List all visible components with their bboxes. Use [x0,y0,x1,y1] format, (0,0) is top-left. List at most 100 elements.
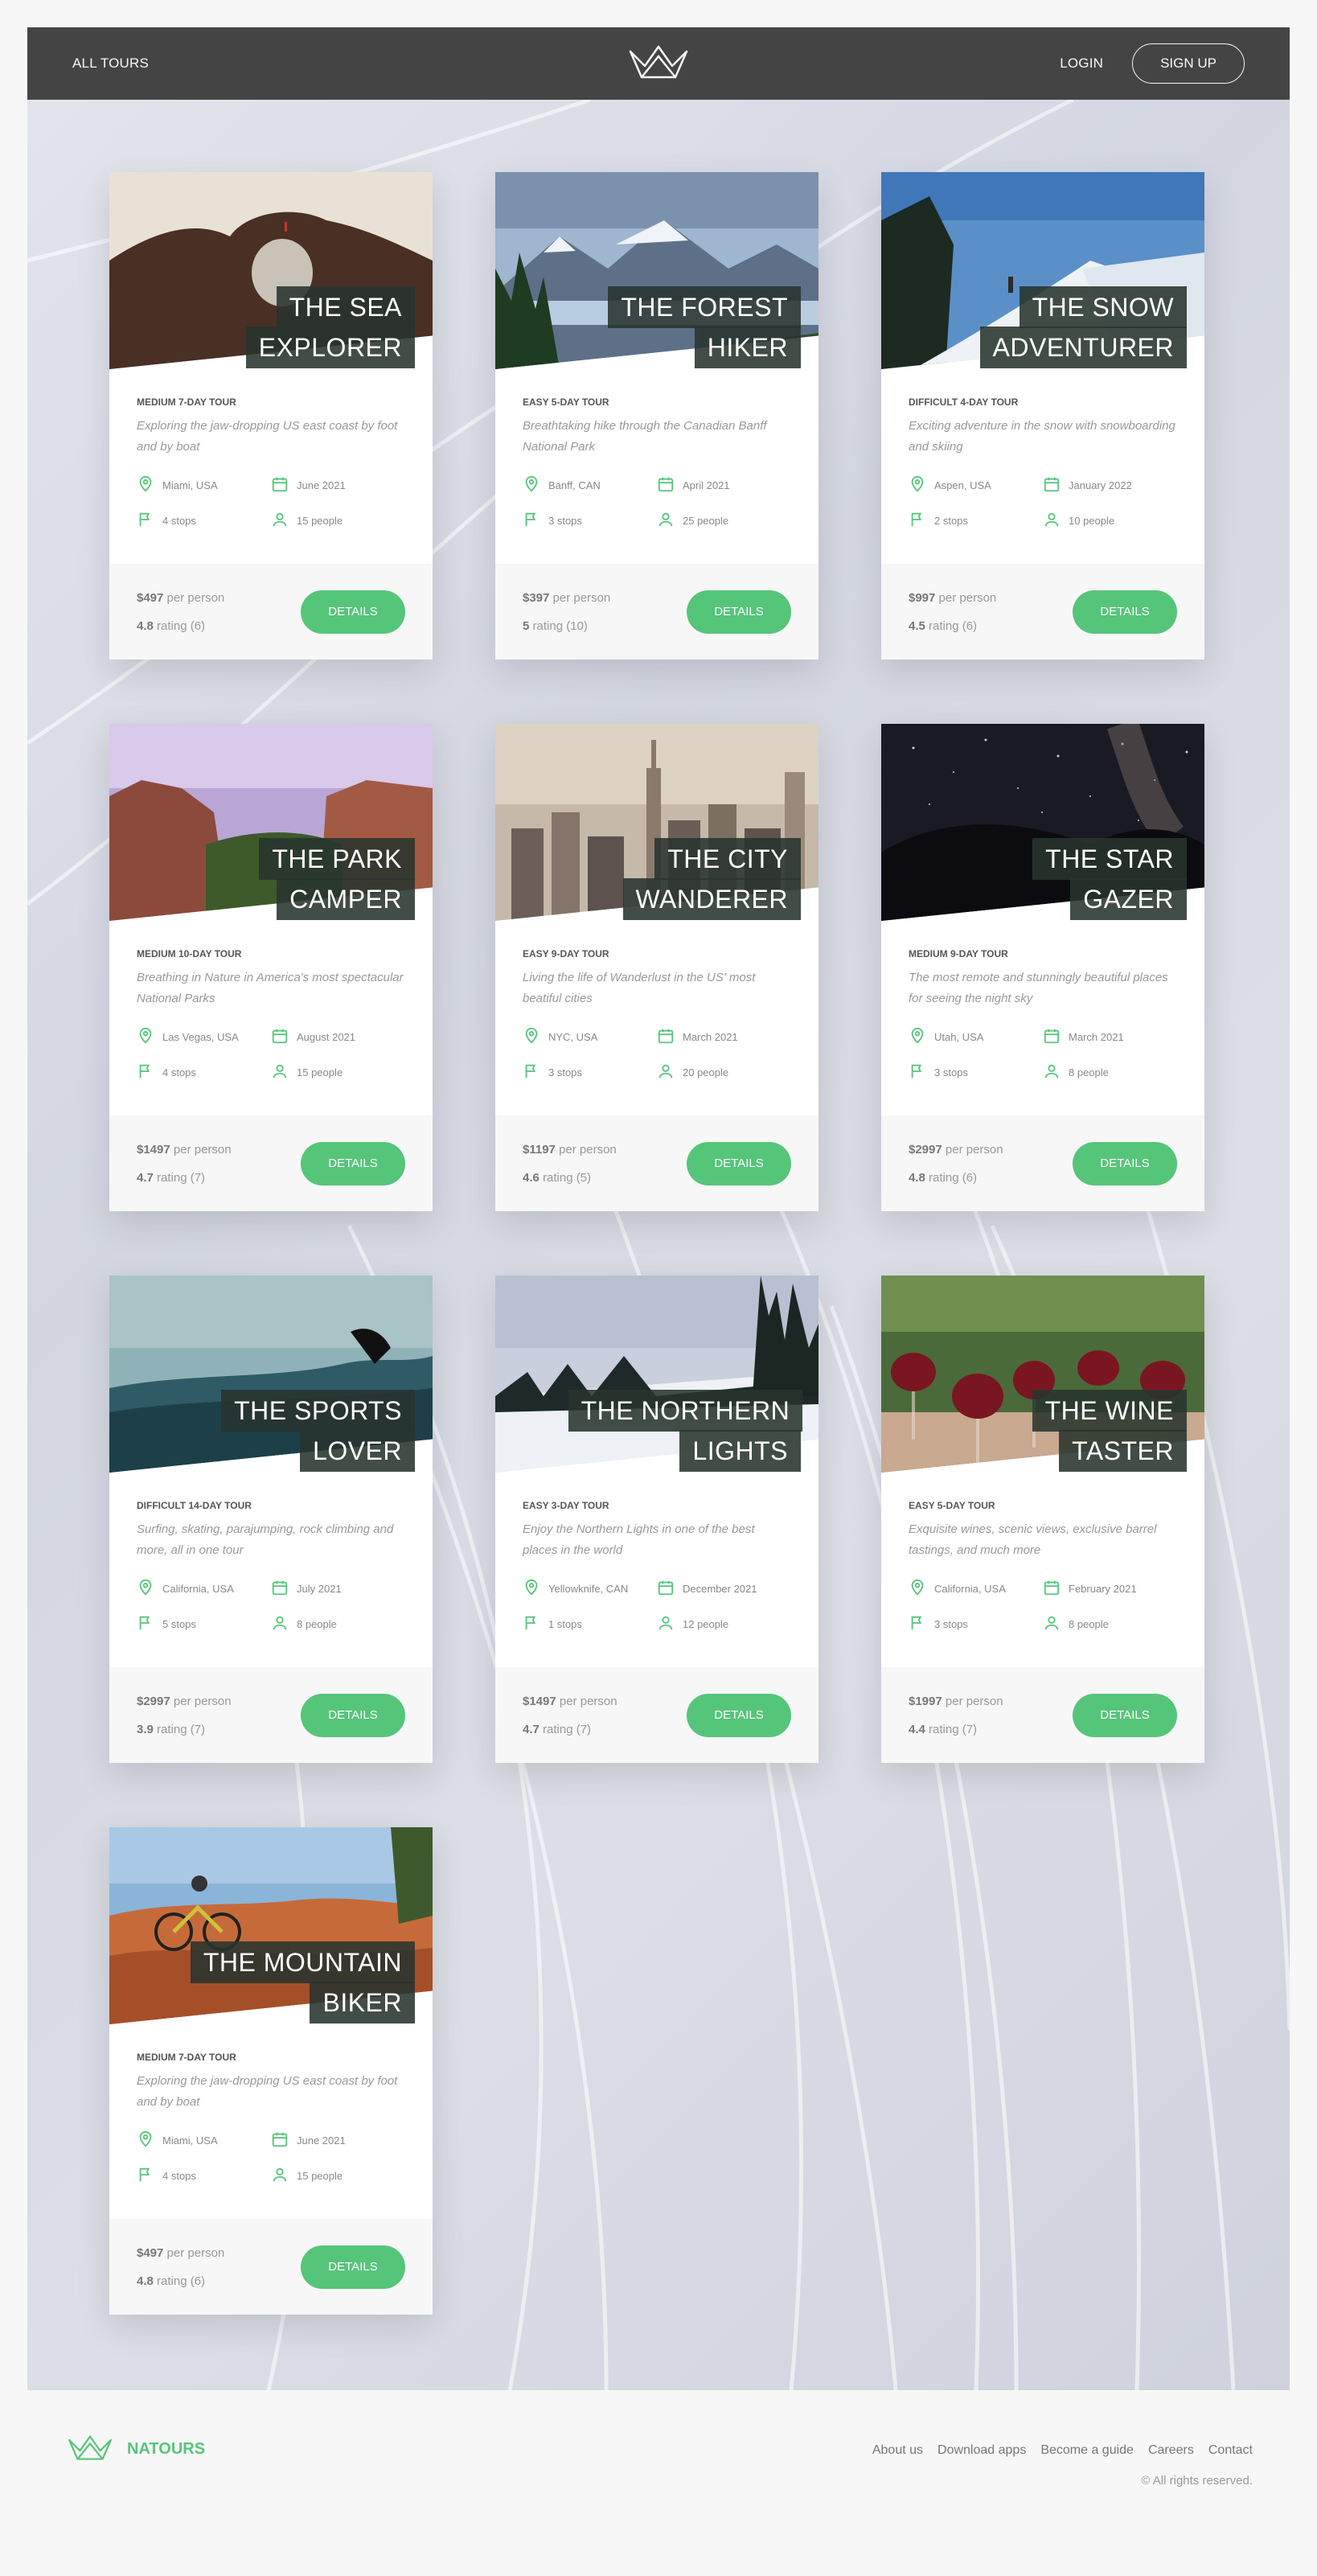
details-button[interactable]: DETAILS [301,1141,405,1185]
flag-icon [523,1614,540,1634]
tour-facts: Aspen, USA January 2022 2 stops 10 peopl… [909,474,1177,532]
tour-title: THE PARK CAMPER [183,838,415,920]
fact-date: August 2021 [271,1025,405,1048]
tour-summary: The most remote and stunningly beautiful… [909,971,1168,1005]
tour-rating: 4.4 rating (7) [909,1722,978,1736]
tour-rating: 4.8 rating (6) [137,618,206,633]
footer-link-contact[interactable]: Contact [1208,2443,1253,2458]
fact-date: January 2022 [1043,474,1177,496]
tour-card: THE PARK CAMPER MEDIUM 10-DAY TOUR Breat… [109,724,433,1211]
calendar-icon [657,1027,675,1047]
tour-title: THE FOREST HIKER [568,286,801,368]
price-rating: $1997 per person 4.4 rating (7) [909,1695,1003,1736]
fact-stops: 5 stops [137,1613,271,1635]
tour-price: $2997 per person [909,1142,1003,1157]
fact-location: California, USA [909,1577,1043,1600]
calendar-icon [1043,1027,1061,1047]
tour-facts: California, USA February 2021 3 stops 8 … [909,1577,1177,1635]
card-header: THE PARK CAMPER [109,724,433,921]
tour-facts: Banff, CAN April 2021 3 stops 25 people [523,474,791,532]
location-pin-icon [909,1027,926,1047]
location-pin-icon [909,475,926,495]
footer-link-download-apps[interactable]: Download apps [937,2443,1026,2458]
details-button[interactable]: DETAILS [1073,1141,1177,1185]
price-rating: $2997 per person 3.9 rating (7) [137,1695,232,1736]
fact-location: Las Vegas, USA [137,1025,271,1048]
card-details: MEDIUM 9-DAY TOUR The most remote and st… [881,921,1204,1083]
price-rating: $497 per person 4.8 rating (6) [137,591,224,633]
fact-stops: 3 stops [523,1061,657,1083]
fact-people: 15 people [271,1061,405,1083]
user-icon [657,511,675,531]
tour-rating: 4.8 rating (6) [137,2274,206,2288]
fact-stops: 4 stops [137,509,271,532]
fact-date: July 2021 [271,1577,405,1600]
fact-location: Banff, CAN [523,474,657,496]
signup-button[interactable]: SIGN UP [1132,43,1245,84]
card-footer: $1497 per person 4.7 rating (7) DETAILS [495,1667,819,1763]
tour-summary: Breathtaking hike through the Canadian B… [523,419,767,454]
flag-icon [137,1062,154,1083]
tour-title: THE CITY WANDERER [568,838,801,920]
tour-title: THE STAR GAZER [954,838,1187,920]
fact-location: Miami, USA [137,2129,271,2151]
tour-summary: Exploring the jaw-dropping US east coast… [137,419,398,454]
details-button[interactable]: DETAILS [687,1141,791,1185]
fact-location: Aspen, USA [909,474,1043,496]
fact-people: 15 people [271,2164,405,2187]
tour-rating: 4.5 rating (6) [909,618,978,633]
tour-difficulty: MEDIUM 9-DAY TOUR [909,948,1008,959]
fact-people: 8 people [1043,1613,1177,1635]
tour-card: THE NORTHERN LIGHTS EASY 3-DAY TOUR Enjo… [495,1276,819,1763]
crown-logo-icon[interactable] [627,45,690,82]
tour-difficulty: MEDIUM 7-DAY TOUR [137,2052,236,2063]
card-footer: $397 per person 5 rating (10) DETAILS [495,564,819,659]
card-details: EASY 9-DAY TOUR Living the life of Wande… [495,921,819,1083]
tour-card: THE SEA EXPLORER MEDIUM 7-DAY TOUR Explo… [109,172,433,659]
tour-facts: Miami, USA June 2021 4 stops 15 people [137,2129,405,2187]
details-button[interactable]: DETAILS [301,590,405,634]
card-container: THE SEA EXPLORER MEDIUM 7-DAY TOUR Explo… [109,172,1204,2315]
flag-icon [137,2166,154,2186]
card-footer: $2997 per person 3.9 rating (7) DETAILS [109,1667,433,1763]
details-button[interactable]: DETAILS [301,1693,405,1737]
user-icon [1043,1062,1061,1083]
location-pin-icon [523,1027,540,1047]
tour-summary: Living the life of Wanderlust in the US'… [523,971,756,1005]
tour-price: $397 per person [523,590,611,605]
price-rating: $2997 per person 4.8 rating (6) [909,1143,1003,1185]
tour-facts: Miami, USA June 2021 4 stops 15 people [137,474,405,532]
footer-link-about[interactable]: About us [872,2443,923,2458]
user-icon [271,2166,289,2186]
details-button[interactable]: DETAILS [687,1693,791,1737]
card-header: THE WINE TASTER [881,1276,1204,1473]
flag-icon [909,1062,926,1083]
details-button[interactable]: DETAILS [687,590,791,634]
tour-rating: 4.7 rating (7) [523,1722,592,1736]
card-footer: $2997 per person 4.8 rating (6) DETAILS [881,1115,1204,1211]
footer-link-become-guide[interactable]: Become a guide [1040,2443,1134,2458]
tour-facts: NYC, USA March 2021 3 stops 20 people [523,1025,791,1083]
footer-link-careers[interactable]: Careers [1148,2443,1194,2458]
tour-difficulty: EASY 9-DAY TOUR [523,948,609,959]
card-header: THE SPORTS LOVER [109,1276,433,1473]
fact-people: 15 people [271,509,405,532]
details-button[interactable]: DETAILS [1073,1693,1177,1737]
location-pin-icon [137,1579,154,1599]
tour-price: $497 per person [137,590,225,605]
tour-facts: California, USA July 2021 5 stops 8 peop… [137,1577,405,1635]
card-footer: $497 per person 4.8 rating (6) DETAILS [109,564,433,659]
price-rating: $997 per person 4.5 rating (6) [909,591,996,633]
details-button[interactable]: DETAILS [301,2245,405,2289]
tour-title: THE SNOW ADVENTURER [954,286,1187,368]
details-button[interactable]: DETAILS [1073,590,1177,634]
footer-logo[interactable]: NATOURS [64,2435,205,2463]
card-header: THE NORTHERN LIGHTS [495,1276,819,1473]
tour-price: $997 per person [909,590,997,605]
tour-summary: Enjoy the Northern Lights in one of the … [523,1522,755,1557]
login-link[interactable]: LOGIN [1060,55,1103,72]
user-icon [271,511,289,531]
fact-location: California, USA [137,1577,271,1600]
all-tours-link[interactable]: ALL TOURS [72,55,149,72]
tour-facts: Utah, USA March 2021 3 stops 8 people [909,1025,1177,1083]
